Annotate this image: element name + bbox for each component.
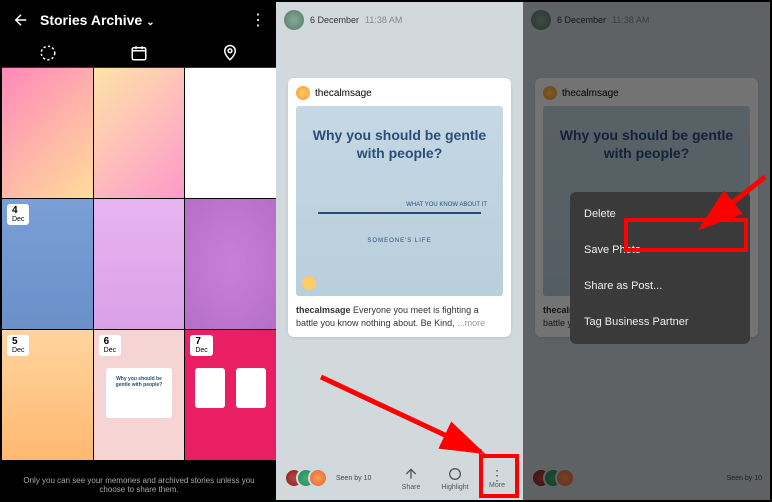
card-divider bbox=[318, 212, 480, 214]
context-menu: Delete Save Photo Share as Post... Tag B… bbox=[570, 192, 750, 344]
archive-title[interactable]: Stories Archive⌄ bbox=[40, 12, 250, 28]
archive-panel: Stories Archive⌄ ⋮ 4Dec 5Dec 6Dec Why yo… bbox=[2, 2, 276, 500]
card-subtitle: SOMEONE'S LIFE bbox=[367, 238, 431, 244]
archive-grid: 4Dec 5Dec 6Dec Why you should be gentle … bbox=[2, 68, 276, 460]
archive-tabs bbox=[2, 38, 276, 68]
more-button[interactable]: ⋮ More bbox=[479, 464, 515, 493]
menu-share-as-post[interactable]: Share as Post... bbox=[570, 268, 750, 304]
story-thumbnail[interactable]: 4Dec bbox=[2, 199, 93, 329]
story-menu-panel: 6 December 11:38 AM thecalmsage Why you … bbox=[523, 2, 770, 500]
story-header: 6 December 11:38 AM bbox=[276, 2, 523, 38]
more-dots-icon: ⋮ bbox=[490, 468, 504, 482]
story-thumbnail[interactable] bbox=[94, 68, 185, 198]
story-thumbnail[interactable] bbox=[185, 68, 276, 198]
avatar[interactable] bbox=[284, 10, 304, 30]
menu-save-photo[interactable]: Save Photo bbox=[570, 232, 750, 268]
highlight-button[interactable]: Highlight bbox=[435, 466, 475, 491]
archive-header: Stories Archive⌄ ⋮ bbox=[2, 2, 276, 38]
seen-by-text[interactable]: Seen by 10 bbox=[336, 475, 371, 482]
share-icon bbox=[403, 466, 419, 482]
archive-footer-text: Only you can see your memories and archi… bbox=[2, 470, 276, 500]
story-time: 11:38 AM bbox=[365, 15, 402, 25]
card-avatar bbox=[296, 86, 310, 100]
back-icon[interactable] bbox=[12, 11, 30, 29]
story-thumbnail[interactable] bbox=[185, 199, 276, 329]
card-username: thecalmsage bbox=[315, 88, 372, 99]
viewers-stack[interactable] bbox=[284, 468, 328, 488]
more-link[interactable]: ...more bbox=[457, 318, 485, 328]
story-footer: Seen by 10 Share Highlight ⋮ More bbox=[276, 456, 523, 500]
story-thumbnail[interactable]: 7Dec bbox=[185, 330, 276, 460]
mini-card bbox=[195, 368, 225, 408]
caption: thecalmsage Everyone you meet is fightin… bbox=[296, 304, 503, 329]
viewer-avatar bbox=[308, 468, 328, 488]
card-title: Why you should be gentle with people? bbox=[304, 126, 495, 162]
menu-delete[interactable]: Delete bbox=[570, 196, 750, 232]
story-thumbnail[interactable] bbox=[2, 68, 93, 198]
menu-icon[interactable]: ⋮ bbox=[250, 10, 266, 30]
story-thumbnail[interactable] bbox=[94, 199, 185, 329]
share-button[interactable]: Share bbox=[391, 466, 431, 491]
story-thumbnail[interactable]: 6Dec Why you should be gentle with peopl… bbox=[94, 330, 185, 460]
date-badge: 7Dec bbox=[190, 335, 212, 356]
date-badge: 4Dec bbox=[7, 204, 29, 225]
tab-reel[interactable] bbox=[2, 38, 93, 67]
chevron-down-icon: ⌄ bbox=[146, 17, 154, 28]
highlight-icon bbox=[447, 466, 463, 482]
tab-calendar[interactable] bbox=[93, 38, 184, 67]
card-user-row: thecalmsage bbox=[296, 86, 503, 100]
card-image: Why you should be gentle with people? WH… bbox=[296, 106, 503, 296]
story-panel: 6 December 11:38 AM thecalmsage Why you … bbox=[276, 2, 523, 500]
menu-tag-business[interactable]: Tag Business Partner bbox=[570, 304, 750, 340]
mini-card bbox=[236, 368, 266, 408]
story-content-card[interactable]: thecalmsage Why you should be gentle wit… bbox=[288, 78, 511, 337]
tab-location[interactable] bbox=[185, 38, 276, 67]
story-date: 6 December bbox=[310, 15, 359, 25]
mini-card: Why you should be gentle with people? bbox=[106, 368, 173, 418]
story-thumbnail[interactable]: 5Dec bbox=[2, 330, 93, 460]
caption-username: thecalmsage bbox=[296, 305, 351, 315]
date-badge: 5Dec bbox=[7, 335, 29, 356]
date-badge: 6Dec bbox=[99, 335, 121, 356]
card-label: WHAT YOU KNOW ABOUT IT bbox=[406, 202, 487, 208]
card-logo-icon bbox=[302, 276, 316, 290]
